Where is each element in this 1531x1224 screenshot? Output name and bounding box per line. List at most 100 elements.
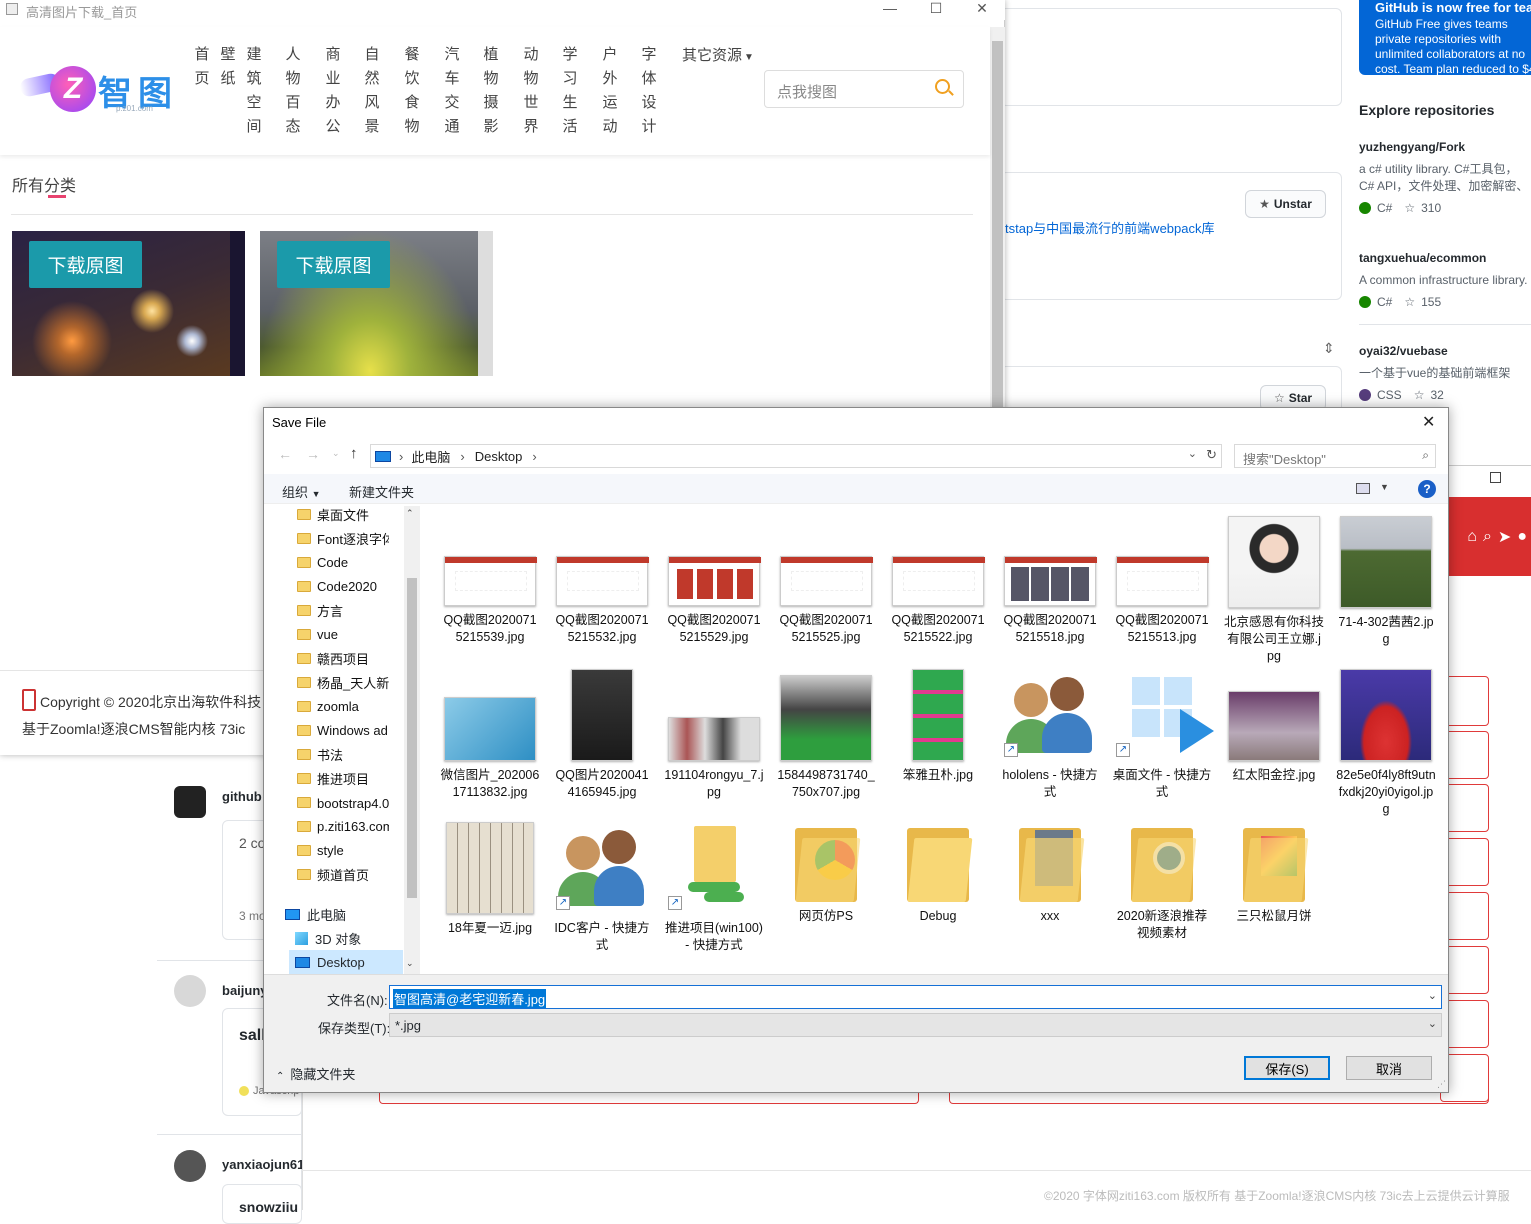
folder-item[interactable]: 三只松鼠月饼 [1224, 822, 1324, 925]
send-icon[interactable]: ➤ [1498, 527, 1511, 547]
back-icon[interactable]: ← [278, 446, 292, 462]
search-box[interactable]: 点我搜图 [764, 70, 964, 108]
repo-stars[interactable]: 32 [1430, 388, 1443, 402]
breadcrumb-desktop[interactable]: Desktop [475, 449, 523, 464]
nav-item[interactable]: 字体设计 [640, 43, 658, 139]
file-item[interactable]: 18年夏一迈.jpg [440, 822, 540, 937]
recent-dropdown-icon[interactable]: ⌄ [332, 448, 340, 459]
view-icon[interactable] [1356, 483, 1370, 494]
tree-folder-item[interactable]: Font逐浪字体📌 [297, 526, 421, 550]
tree-folder-item[interactable]: 桌面文件📌 [297, 506, 421, 526]
nav-item[interactable]: 户外运动 [601, 43, 619, 139]
nav-item[interactable]: 植物摄影 [482, 43, 500, 139]
file-item[interactable]: QQ截图20200715215518.jpg [1000, 516, 1100, 646]
cancel-button[interactable]: 取消 [1346, 1056, 1432, 1080]
repo-item[interactable]: yuzhengyang/Fork a c# utility library. C… [1359, 140, 1531, 215]
tree-folder-item[interactable]: 赣西项目📌 [297, 646, 421, 670]
file-item[interactable]: QQ截图20200715215522.jpg [888, 516, 988, 646]
repo-name[interactable]: tangxuehua/ecommon [1359, 251, 1531, 265]
promo-banner[interactable]: GitHub is now free for teams GitHub Free… [1359, 0, 1531, 75]
folder-item[interactable]: 网页仿PS [776, 822, 876, 925]
tree-folder-item[interactable]: zoomla📌 [297, 694, 421, 718]
tree-folder-item[interactable]: 杨晶_天人新社📌 [297, 670, 421, 694]
file-item[interactable]: 笨雅丑朴.jpg [888, 669, 988, 784]
filename-input[interactable]: 智图高清@老宅迎新春.jpg [393, 989, 547, 1008]
nav-item[interactable]: 首页 [193, 43, 211, 91]
hide-folders-toggle[interactable]: ⌃ 隐藏文件夹 [276, 1064, 355, 1083]
scrollbar-thumb[interactable] [407, 578, 417, 898]
file-item[interactable]: QQ图片20200414165945.jpg [552, 669, 652, 801]
save-button[interactable]: 保存(S) [1244, 1056, 1330, 1080]
search-icon[interactable] [935, 79, 954, 96]
up-icon[interactable]: ↑ [350, 445, 358, 462]
unstar-button[interactable]: ★ Unstar [1245, 190, 1326, 218]
feed-user-name[interactable]: github [222, 789, 262, 804]
feed-repo[interactable]: snowziiu [239, 1199, 298, 1215]
tree-folder-item[interactable]: vue📌 [297, 622, 421, 646]
chevron-down-icon[interactable]: ⌄ [1188, 447, 1197, 460]
search-input[interactable]: 点我搜图 [777, 81, 837, 102]
tree-folder-item[interactable]: p.ziti163.com [297, 814, 421, 838]
image-thumb[interactable]: 下载原图 [12, 231, 245, 376]
breadcrumb-pc[interactable]: 此电脑 [411, 447, 450, 466]
nav-item[interactable]: 汽车交通 [443, 43, 461, 139]
home-icon[interactable]: ⌂ [1467, 528, 1477, 546]
image-thumb[interactable]: 下载原图 [260, 231, 493, 376]
download-button[interactable]: 下载原图 [29, 241, 142, 288]
file-item[interactable]: 北京感恩有你科技有限公司王立娜.jpg [1224, 516, 1324, 665]
file-item[interactable]: ↗ hololens - 快捷方式 [1000, 669, 1100, 801]
chevron-down-icon[interactable]: ⌄ [1428, 1017, 1437, 1030]
file-item[interactable]: QQ截图20200715215525.jpg [776, 516, 876, 646]
user-icon[interactable]: ● [1517, 528, 1527, 546]
search-input[interactable]: 搜索"Desktop" [1243, 449, 1326, 468]
repo-name[interactable]: yuzhengyang/Fork [1359, 140, 1531, 154]
tree-folder-item[interactable]: Code2020📌 [297, 574, 421, 598]
tree-pc[interactable]: 此电脑 [285, 902, 421, 926]
file-item[interactable]: ↗ 推进项目(win100) - 快捷方式 [664, 822, 764, 954]
repo-name[interactable]: oyai32/vuebase [1359, 344, 1531, 358]
file-item[interactable]: ↗ 桌面文件 - 快捷方式 [1112, 669, 1214, 801]
tree-desktop[interactable]: Desktop [289, 950, 403, 974]
file-item[interactable]: 191104rongyu_7.jpg [664, 669, 764, 801]
resize-grip-icon[interactable]: ⋰ [1437, 1079, 1446, 1090]
scroll-down-icon[interactable]: ⌄ [406, 958, 414, 969]
scrollbar-thumb[interactable] [992, 41, 1003, 421]
tree-folder-item[interactable]: Code📌 [297, 550, 421, 574]
filename-field[interactable]: 智图高清@老宅迎新春.jpg ⌄ [389, 985, 1442, 1009]
nav-item[interactable]: 学习生活 [561, 43, 579, 139]
tree-folder-item[interactable]: 推进项目📌 [297, 766, 421, 790]
tree-folder-item[interactable]: 书法📌 [297, 742, 421, 766]
user-avatar[interactable] [174, 1150, 206, 1182]
nav-item[interactable]: 建筑空间 [245, 43, 263, 139]
user-avatar[interactable] [174, 975, 206, 1007]
nav-item[interactable]: 动物世界 [522, 43, 540, 139]
tree-folder-item[interactable]: style [297, 838, 421, 862]
repo-item[interactable]: tangxuehua/ecommon A common infrastructu… [1359, 251, 1531, 309]
tree-folder-item[interactable]: bootstrap4.0实 [297, 790, 421, 814]
tree-3d-objects[interactable]: 3D 对象 [295, 926, 421, 950]
expand-icon[interactable]: ⇕ [1323, 340, 1335, 357]
maximize-icon[interactable]: ☐ [916, 0, 956, 17]
close-icon[interactable]: ✕ [1422, 412, 1435, 432]
search-field[interactable]: 搜索"Desktop" ⌕ [1234, 444, 1436, 468]
forward-icon[interactable]: → [306, 446, 320, 462]
tree-folder-item[interactable]: 频道首页 [297, 862, 421, 886]
nav-item[interactable]: 餐饮食物 [403, 43, 421, 139]
file-item[interactable]: QQ截图20200715215539.jpg [440, 516, 540, 646]
tree-scrollbar[interactable]: ⌃ ⌄ [404, 506, 420, 974]
repo-link[interactable]: tstap与中国最流行的前端webpack库 [1005, 218, 1215, 237]
file-item[interactable]: 红太阳金控.jpg [1224, 669, 1324, 784]
close-icon[interactable]: ✕ [962, 0, 1002, 17]
folder-item[interactable]: Debug [888, 822, 988, 925]
organize-menu[interactable]: 组织 ▼ [282, 482, 321, 501]
scroll-up-icon[interactable]: ⌃ [406, 508, 414, 519]
file-item[interactable]: QQ截图20200715215513.jpg [1112, 516, 1212, 646]
new-folder-button[interactable]: 新建文件夹 [349, 482, 414, 501]
filetype-select[interactable]: *.jpg ⌄ [389, 1013, 1442, 1037]
feed-user-name[interactable]: yanxiaojun61 [222, 1157, 304, 1172]
site-logo[interactable]: Z 智图 p.z01.com [18, 62, 180, 118]
repo-stars[interactable]: 310 [1421, 201, 1441, 215]
file-item[interactable]: QQ截图20200715215529.jpg [664, 516, 764, 646]
nav-item[interactable]: 自然风景 [363, 43, 381, 139]
file-item[interactable]: QQ截图20200715215532.jpg [552, 516, 652, 646]
